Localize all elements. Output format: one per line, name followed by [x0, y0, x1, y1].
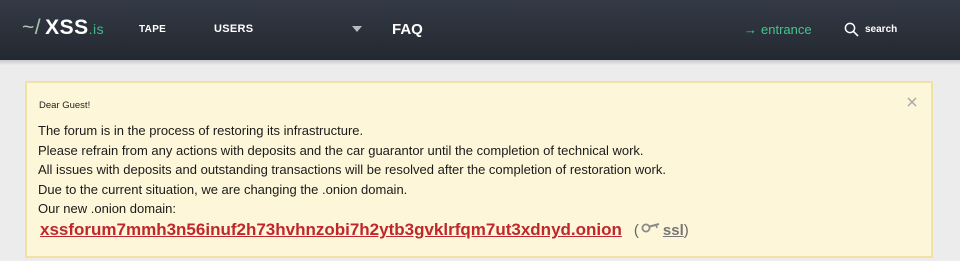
logo-name: XSS — [45, 16, 89, 39]
ssl-open-paren: ( — [633, 222, 639, 239]
close-icon[interactable] — [905, 95, 919, 109]
ssl-close-paren: ) — [683, 222, 689, 239]
search-icon — [844, 22, 859, 36]
search-label: search — [865, 23, 898, 35]
nav-faq-link[interactable]: FAQ — [392, 0, 423, 58]
guest-notice: Dear Guest! The forum is in the process … — [25, 81, 933, 258]
search-button[interactable]: search — [844, 0, 897, 58]
key-icon — [641, 223, 660, 233]
ssl-link[interactable]: ssl — [663, 222, 684, 239]
notice-greeting: Dear Guest! — [39, 100, 91, 111]
header-shadow — [0, 60, 960, 65]
logo-tld: .is — [88, 21, 105, 37]
entrance-label: entrance — [761, 21, 812, 37]
notice-line: Please refrain from any actions with dep… — [38, 142, 644, 158]
logo-tilde: ~/ — [22, 16, 42, 39]
notice-line: All issues with deposits and outstanding… — [38, 162, 666, 177]
onion-domain-row: xssforum7mmh3n56inuf2h73hvhnzobi7h2ytb3g… — [40, 220, 689, 240]
arrow-right-icon: → — [744, 21, 757, 37]
nav-tape-link[interactable]: TAPE — [139, 0, 166, 58]
nav-more-dropdown[interactable] — [352, 0, 362, 58]
top-navigation-bar: ~/ XSS .is TAPE USERS FAQ → entrance sea… — [0, 0, 960, 60]
notice-line: Due to the current situation, we are cha… — [38, 181, 408, 197]
notice-line: Our new .onion domain: — [38, 201, 177, 216]
entrance-link[interactable]: → entrance — [744, 0, 812, 58]
nav-users-link[interactable]: USERS — [214, 0, 253, 58]
chevron-down-icon — [352, 26, 362, 32]
site-logo[interactable]: ~/ XSS .is — [22, 16, 104, 40]
onion-domain-link[interactable]: xssforum7mmh3n56inuf2h73hvhnzobi7h2ytb3g… — [40, 220, 622, 240]
ssl-link-wrapper: ( ssl ) — [634, 221, 689, 239]
notice-line: The forum is in the process of restoring… — [38, 123, 364, 138]
notice-body: The forum is in the process of restoring… — [38, 121, 666, 219]
